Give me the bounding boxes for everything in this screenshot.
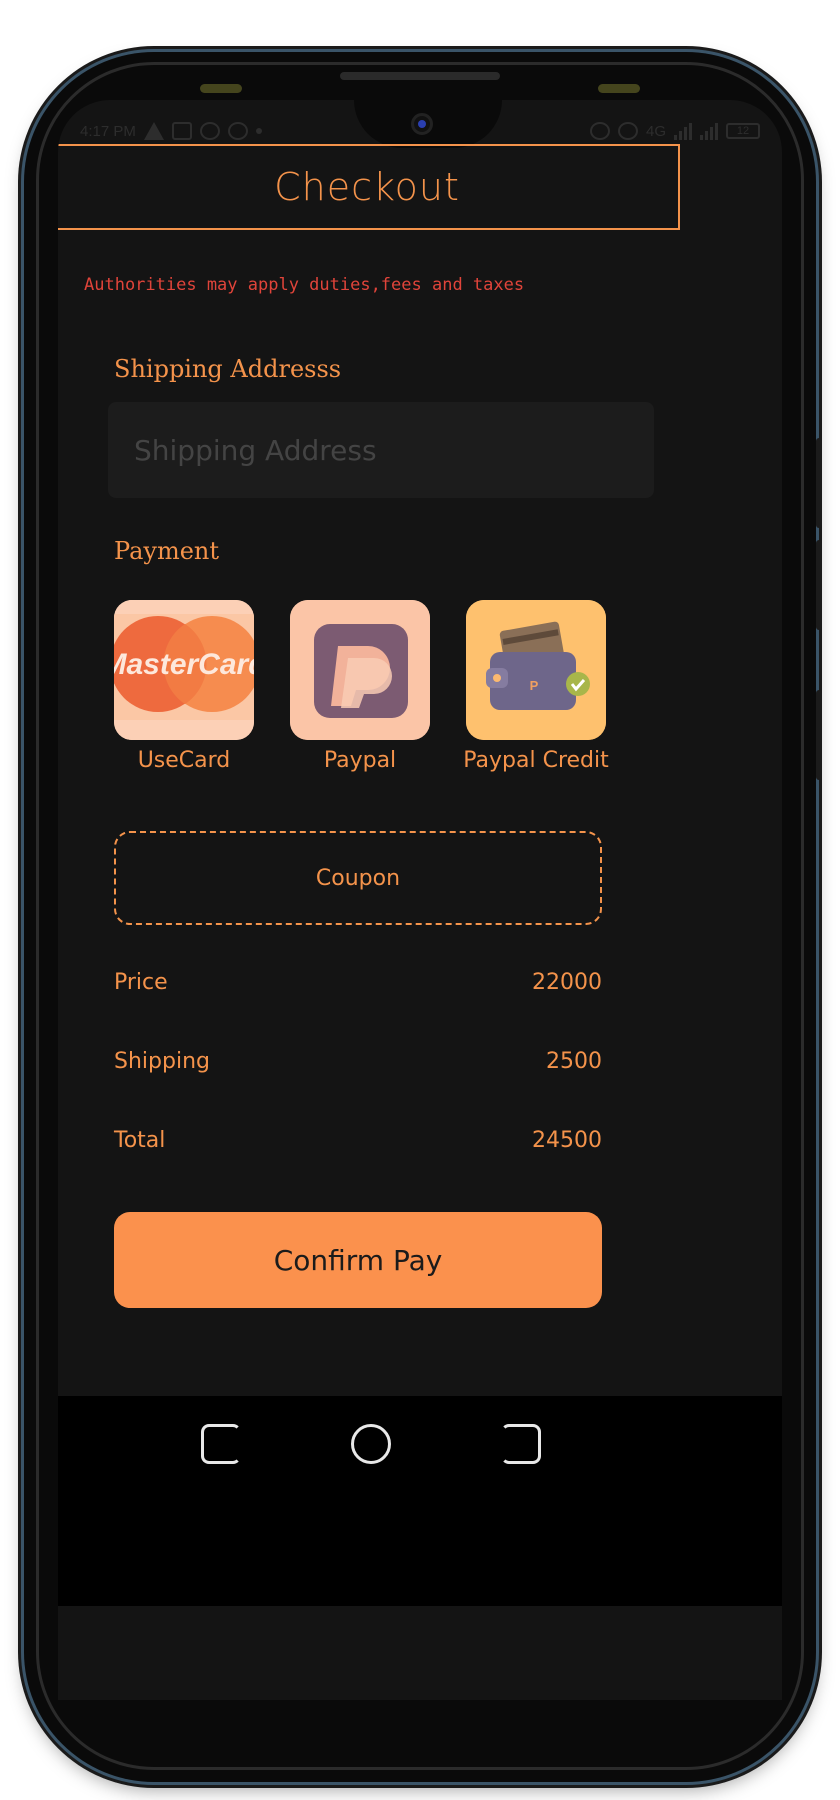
payment-label: Payment (114, 537, 219, 565)
shipping-label: Shipping (114, 1049, 210, 1074)
sensor (200, 84, 242, 93)
paypal-logo (290, 600, 430, 740)
whatsapp-icon (199, 122, 220, 140)
shipping-value: 2500 (546, 1049, 602, 1074)
warning-icon (143, 122, 164, 140)
sensor (598, 84, 640, 93)
at-icon (227, 122, 248, 140)
hotspot-icon (617, 122, 638, 140)
power-button (816, 690, 822, 780)
checkout-header: Checkout (58, 144, 680, 230)
app-screen: 4:17 PM 4G 12 Checkout Authorities may a… (58, 100, 782, 1700)
battery-icon: 12 (726, 123, 760, 139)
back-icon[interactable] (201, 1424, 241, 1464)
front-camera (411, 113, 433, 135)
status-time: 4:17 PM (80, 122, 136, 140)
shipping-address-input[interactable] (108, 402, 654, 498)
volume-up-button (816, 438, 822, 528)
alarm-icon (589, 122, 610, 140)
total-row: Total 24500 (114, 1128, 602, 1162)
coupon-button[interactable]: Coupon (114, 831, 602, 925)
svg-text:MasterCard: MasterCard (114, 648, 254, 681)
dot-icon (255, 128, 262, 134)
payment-option-card[interactable]: MasterCard (114, 600, 254, 740)
mastercard-logo: MasterCard (114, 600, 254, 740)
payment-option-paypal-credit[interactable]: P (466, 600, 606, 740)
wallet-card-icon: P (466, 600, 606, 740)
network-type: 4G (645, 122, 666, 140)
price-value: 22000 (532, 970, 602, 995)
payment-option-paypal-label: Paypal (323, 748, 397, 773)
total-label: Total (114, 1128, 166, 1153)
payment-option-paypal-credit-label: Paypal Credit (463, 748, 609, 773)
payment-option-card-label: UseCard (137, 748, 231, 773)
system-nav-bar (58, 1396, 782, 1606)
recents-icon[interactable] (501, 1424, 541, 1464)
shipping-address-label: Shipping Addresss (114, 355, 342, 383)
price-row: Price 22000 (114, 970, 602, 1004)
shipping-row: Shipping 2500 (114, 1049, 602, 1083)
price-label: Price (114, 970, 168, 995)
svg-text:P: P (530, 678, 539, 693)
payment-option-paypal[interactable] (290, 600, 430, 740)
coupon-label: Coupon (315, 865, 401, 891)
total-value: 24500 (532, 1128, 602, 1153)
page-title: Checkout (274, 165, 460, 209)
gmail-icon (171, 122, 192, 140)
confirm-pay-button[interactable]: Confirm Pay (114, 1212, 602, 1308)
signal-icon (674, 122, 692, 140)
home-icon[interactable] (351, 1424, 391, 1464)
duties-notice: Authorities may apply duties,fees and ta… (84, 275, 525, 295)
confirm-pay-label: Confirm Pay (273, 1243, 443, 1277)
earpiece-speaker (340, 72, 500, 80)
signal-icon-2 (700, 122, 718, 140)
volume-down-button (816, 540, 822, 630)
